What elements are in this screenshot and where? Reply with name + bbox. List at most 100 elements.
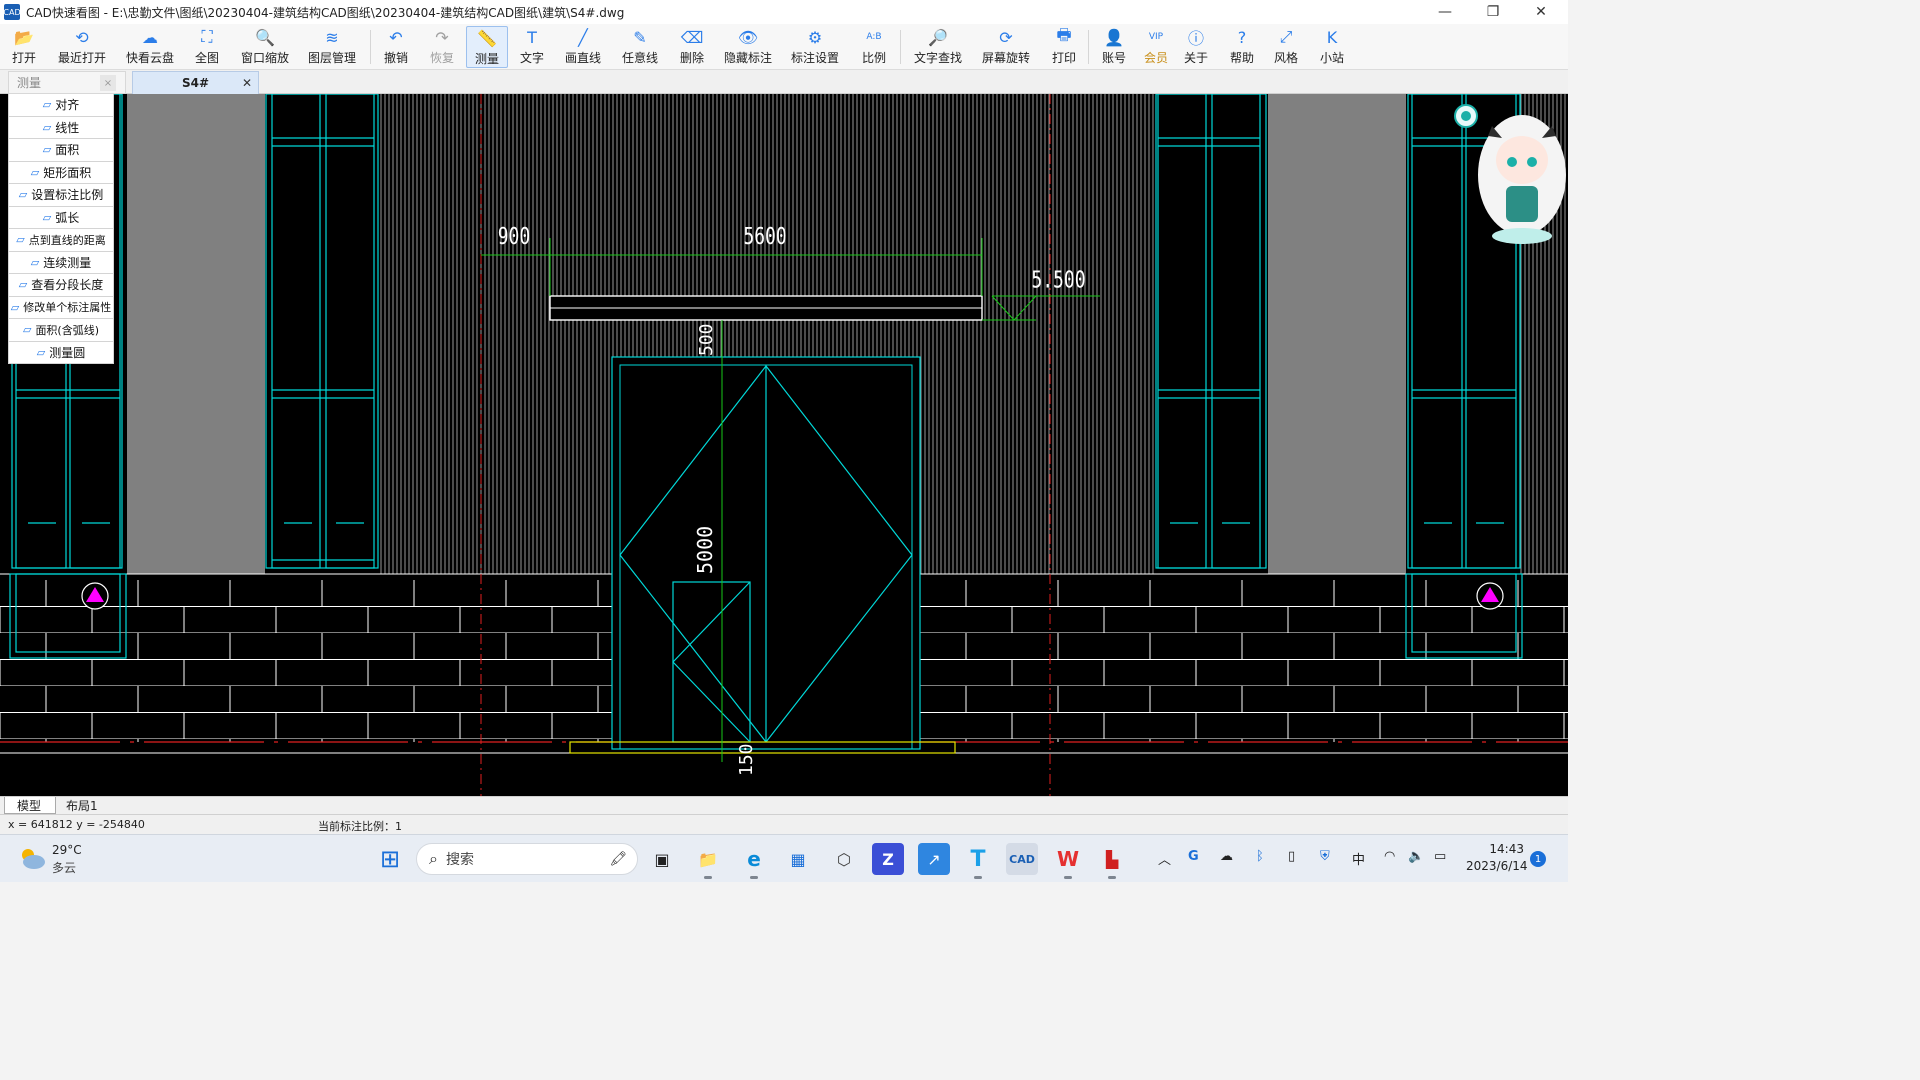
toolbar-label: 隐藏标注: [723, 51, 772, 65]
toolbar-separator: [900, 30, 901, 64]
close-button[interactable]: ✕: [1518, 0, 1564, 24]
tray-g-icon[interactable]: G: [1188, 849, 1199, 864]
measure-item-label: 设置标注比例: [31, 188, 104, 203]
measure-panel-close-icon[interactable]: ×: [100, 75, 116, 91]
battery-icon[interactable]: ▭: [1434, 849, 1446, 864]
measure-icon: 📏: [477, 28, 497, 48]
toolbar-zoom-window-button[interactable]: 🔍 窗口缩放: [238, 26, 292, 68]
toolbar-info-button[interactable]: ⓘ 关于: [1180, 26, 1212, 68]
toolbar-undo-button[interactable]: ↶ 撤销: [380, 26, 412, 68]
tab-label: S4#: [181, 76, 210, 90]
window-title: CAD快速看图 - E:\忠勤文件\图纸\20230404-建筑结构CAD图纸\…: [26, 5, 625, 20]
wps-icon[interactable]: W: [1052, 843, 1084, 879]
toolbar-label: 标注设置: [790, 51, 839, 65]
app-red-icon[interactable]: ▙: [1096, 843, 1128, 879]
tab-s4-drawing[interactable]: S4# ✕: [132, 71, 259, 94]
toolbar-vip-button[interactable]: VIP 会员: [1140, 26, 1172, 68]
edge-icon[interactable]: e: [738, 843, 770, 879]
measure-rect-area-item[interactable]: ▱ 矩形面积: [8, 161, 114, 184]
restore-button[interactable]: ❐: [1470, 0, 1516, 24]
measure-segment-length-item[interactable]: ▱ 查看分段长度: [8, 274, 114, 297]
toolbar-scale-button[interactable]: A:B 比例: [858, 26, 890, 68]
toolbar-style-button[interactable]: ⤢ 风格: [1270, 26, 1302, 68]
measure-dim-scale-item[interactable]: ▱ 设置标注比例: [8, 184, 114, 207]
app-t-icon[interactable]: T: [962, 843, 994, 879]
weather-description[interactable]: 多云: [52, 859, 76, 876]
cad-app-icon[interactable]: CAD: [1006, 843, 1038, 875]
security-icon[interactable]: ⛨: [1320, 849, 1330, 864]
toolbar-text-search-button[interactable]: 🔎 文字查找: [910, 26, 966, 68]
measure-align-measure-item[interactable]: ▱ 对齐: [8, 94, 114, 117]
tray-cloud-icon[interactable]: ☁: [1220, 849, 1233, 864]
measure-edit-dim-item[interactable]: ▱ 修改单个标注属性: [8, 296, 114, 319]
toolbar-eraser-button[interactable]: ⌫ 删除: [676, 26, 708, 68]
measure-linear-measure-item[interactable]: ▱ 线性: [8, 116, 114, 139]
measure-measure-circle-item[interactable]: ▱ 测量圆: [8, 341, 114, 364]
text-icon: T: [527, 27, 537, 47]
measure-panel-header: 测量 ×: [8, 71, 126, 94]
ime-indicator[interactable]: 中: [1352, 849, 1365, 868]
gray-wall-right: [1268, 94, 1406, 574]
toolbar-fit-all-button[interactable]: ⛶ 全图: [191, 26, 223, 68]
minimize-button[interactable]: —: [1422, 0, 1468, 24]
text-search-icon: 🔎: [928, 27, 948, 47]
measure-point-line-distance-item[interactable]: ▱ 点到直线的距离: [8, 229, 114, 252]
tab-model[interactable]: 模型: [4, 797, 56, 814]
tab-layout1[interactable]: 布局1: [58, 797, 112, 814]
app-cube-icon[interactable]: ⬡: [828, 843, 860, 875]
weather-icon[interactable]: [18, 845, 46, 871]
usb-icon[interactable]: ▯: [1288, 849, 1295, 864]
dim-500: 500: [696, 323, 717, 356]
taskbar-search-box[interactable]: ⌕ 搜索 🖍: [416, 843, 638, 875]
measure-arc-area-item[interactable]: ▱ 面积(含弧线): [8, 319, 114, 342]
toolbar-label: 关于: [1183, 51, 1208, 65]
cloud-icon: ☁: [142, 27, 158, 47]
toolbar-cloud-button[interactable]: ☁ 快看云盘: [124, 26, 176, 68]
toolbar-printer-button[interactable]: 🖶 打印: [1048, 25, 1080, 68]
tray-overflow-icon[interactable]: ︿: [1158, 849, 1171, 868]
toolbar-measure-button[interactable]: 📏 测量: [466, 26, 508, 68]
point-line-distance-icon: ▱: [16, 233, 25, 247]
toolbar-help-button[interactable]: ? 帮助: [1226, 26, 1258, 68]
measure-item-label: 面积(含弧线): [35, 323, 100, 337]
bluetooth-icon[interactable]: ᛒ: [1256, 849, 1264, 864]
toolbar-eye-hide-button[interactable]: 👁 隐藏标注: [722, 26, 774, 68]
document-tab-row: S4# ✕ ✕: [0, 70, 1568, 94]
eraser-icon: ⌫: [680, 27, 704, 47]
title-bar: CAD CAD快速看图 - E:\忠勤文件\图纸\20230404-建筑结构CA…: [0, 0, 1568, 24]
toolbar-text-button[interactable]: T 文字: [516, 26, 548, 68]
toolbar-redo-button[interactable]: ↷ 恢复: [426, 26, 458, 68]
toolbar-station-button[interactable]: K 小站: [1316, 26, 1348, 68]
toolbar-recent-button[interactable]: ⟲ 最近打开: [54, 26, 110, 68]
dim-150: 150: [736, 743, 757, 776]
toolbar-label: 打印: [1051, 51, 1076, 65]
file-explorer-icon[interactable]: 📁: [692, 843, 724, 879]
tab-close-icon[interactable]: ✕: [242, 76, 252, 90]
measure-arc-length-item[interactable]: ▱ 弧长: [8, 206, 114, 229]
measure-continuous-measure-item[interactable]: ▱ 连续测量: [8, 251, 114, 274]
wifi-icon[interactable]: ◠: [1384, 849, 1395, 864]
app-arrow-icon[interactable]: ↗: [918, 843, 950, 875]
store-icon[interactable]: ▦: [782, 843, 814, 875]
notification-badge[interactable]: 1: [1530, 851, 1546, 867]
toolbar-line-button[interactable]: ╱ 画直线: [562, 26, 604, 68]
line-icon: ╱: [578, 27, 588, 47]
start-button[interactable]: ⊞: [374, 843, 406, 875]
rect-area-icon: ▱: [30, 165, 40, 179]
toolbar-dim-settings-button[interactable]: ⚙ 标注设置: [790, 26, 840, 68]
vip-icon: VIP: [1148, 32, 1164, 42]
volume-icon[interactable]: 🔈: [1408, 849, 1424, 864]
drawing-canvas[interactable]: 900 5600 5.500 500 5000 150: [0, 94, 1568, 796]
task-view-icon[interactable]: ▣: [646, 843, 678, 875]
toolbar-user-button[interactable]: 👤 账号: [1098, 26, 1130, 68]
measure-area-item[interactable]: ▱ 面积: [8, 139, 114, 162]
toolbar-pen-button[interactable]: ✎ 任意线: [618, 26, 662, 68]
clock-date[interactable]: 2023/6/14: [1466, 859, 1528, 873]
section-marker-right: [1476, 582, 1504, 610]
weather-temperature[interactable]: 29°C: [52, 843, 82, 857]
app-z-icon[interactable]: Z: [872, 843, 904, 875]
toolbar-folder-open-button[interactable]: 📂 打开: [10, 26, 38, 68]
toolbar-rotate-button[interactable]: ⟳ 屏幕旋转: [978, 26, 1034, 68]
clock-time[interactable]: 14:43: [1472, 842, 1524, 856]
toolbar-layers-button[interactable]: ≋ 图层管理: [306, 26, 358, 68]
